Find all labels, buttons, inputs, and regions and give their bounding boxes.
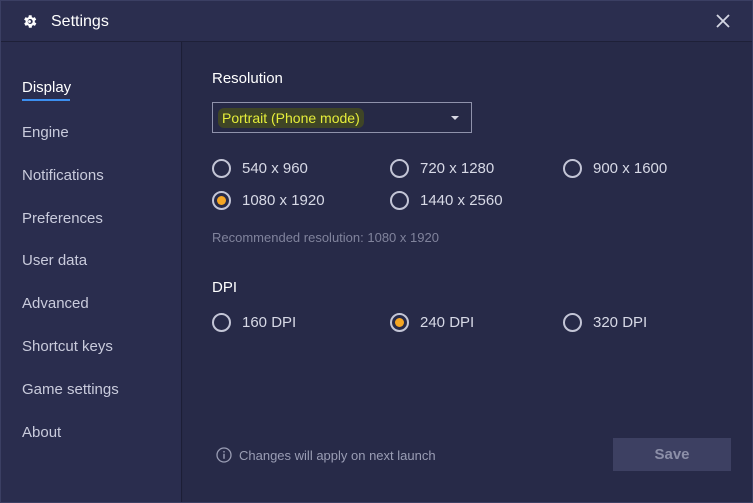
sidebar-item-notifications[interactable]: Notifications — [22, 167, 104, 184]
radio-circle — [212, 313, 231, 332]
recommended-resolution-text: Recommended resolution: 1080 x 1920 — [212, 230, 439, 245]
settings-sidebar: Display Engine Notifications Preferences… — [1, 42, 182, 502]
radio-circle-checked — [390, 313, 409, 332]
radio-label: 240 DPI — [420, 314, 475, 331]
radio-label: 1440 x 2560 — [420, 192, 503, 209]
radio-circle — [563, 159, 582, 178]
close-icon[interactable] — [714, 12, 732, 30]
sidebar-item-shortcut-keys[interactable]: Shortcut keys — [22, 338, 113, 355]
sidebar-item-user-data[interactable]: User data — [22, 252, 87, 269]
restart-notice-text: Changes will apply on next launch — [239, 448, 436, 463]
radio-circle — [390, 191, 409, 210]
title-bar: Settings — [1, 1, 752, 42]
dpi-heading: DPI — [212, 279, 238, 296]
radio-label: 900 x 1600 — [593, 160, 668, 177]
save-button[interactable]: Save — [613, 438, 731, 471]
sidebar-item-about[interactable]: About — [22, 424, 61, 441]
radio-label: 540 x 960 — [242, 160, 308, 177]
radio-circle — [563, 313, 582, 332]
radio-label: 320 DPI — [593, 314, 648, 331]
chevron-down-icon — [451, 116, 459, 120]
radio-label: 160 DPI — [242, 314, 297, 331]
window-title: Settings — [51, 13, 109, 30]
sidebar-item-advanced[interactable]: Advanced — [22, 295, 89, 312]
radio-label: 720 x 1280 — [420, 160, 495, 177]
active-tab-underline — [22, 99, 70, 101]
radio-circle — [212, 159, 231, 178]
display-settings-panel: Resolution Portrait (Phone mode) 540 x 9… — [183, 42, 752, 502]
radio-circle-checked — [212, 191, 231, 210]
sidebar-item-game-settings[interactable]: Game settings — [22, 381, 119, 398]
settings-window: Settings Display Engine Notifications Pr… — [0, 0, 753, 503]
radio-label: 1080 x 1920 — [242, 192, 325, 209]
sidebar-item-engine[interactable]: Engine — [22, 124, 69, 141]
resolution-heading: Resolution — [212, 70, 283, 87]
sidebar-item-display[interactable]: Display — [22, 79, 71, 96]
sidebar-item-preferences[interactable]: Preferences — [22, 210, 103, 227]
info-icon — [216, 447, 232, 463]
resolution-mode-value: Portrait (Phone mode) — [218, 108, 364, 128]
resolution-mode-dropdown[interactable]: Portrait (Phone mode) — [212, 102, 472, 133]
gear-icon — [24, 15, 37, 28]
radio-circle — [390, 159, 409, 178]
